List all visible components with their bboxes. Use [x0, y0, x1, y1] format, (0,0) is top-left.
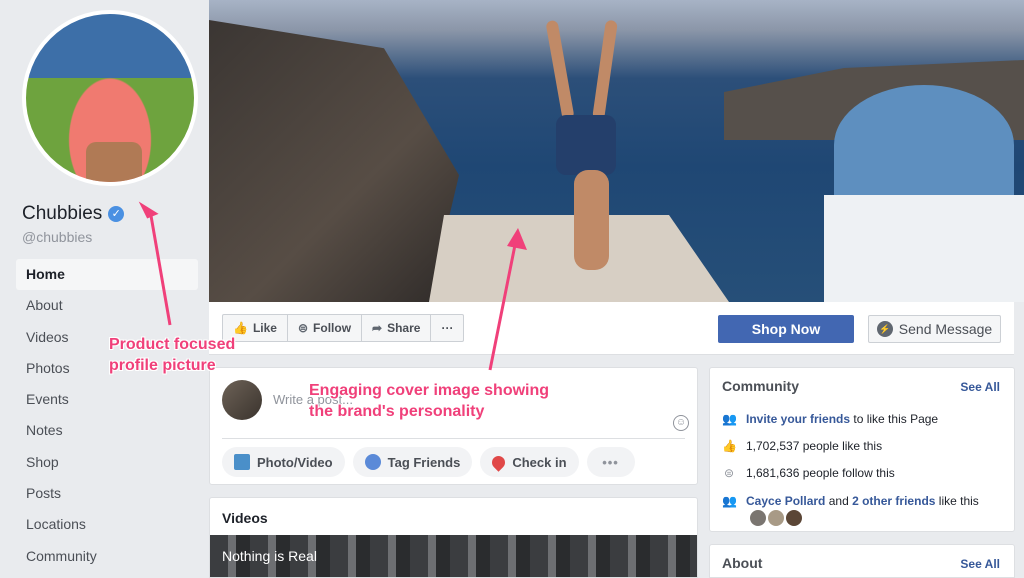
- friends-icon: 👥: [722, 494, 737, 508]
- video-title[interactable]: Nothing is Real: [222, 548, 317, 564]
- videos-card: Videos Nothing is Real: [209, 497, 698, 578]
- annotation-profile: Product focused profile picture: [109, 334, 235, 376]
- annotation-cover: Engaging cover image showing the brand's…: [309, 380, 549, 422]
- more-actions-button[interactable]: ···: [431, 315, 463, 341]
- left-sidebar: Chubbies ✓ @chubbies Home About Videos P…: [0, 0, 209, 578]
- photo-icon: [234, 454, 250, 470]
- sidebar-item-shop[interactable]: Shop: [16, 447, 198, 478]
- shop-now-button[interactable]: Shop Now: [718, 315, 854, 343]
- community-card-title: Community: [722, 378, 799, 394]
- annotation-profile-line2: profile picture: [109, 357, 216, 374]
- avatar: [222, 380, 262, 420]
- invite-row: 👥 Invite your friends to like this Page: [722, 412, 938, 426]
- follow-label: Follow: [313, 321, 352, 335]
- avatar[interactable]: [786, 510, 802, 526]
- photo-video-label: Photo/Video: [257, 454, 333, 470]
- like-label: Like: [252, 321, 277, 335]
- community-card: Community See All 👥 Invite your friends …: [709, 367, 1015, 532]
- likes-count: 1,702,537 people like this: [746, 439, 883, 453]
- friend-rest-text: like this: [938, 494, 979, 508]
- cover-church: [824, 85, 1024, 302]
- send-message-label: Send Message: [898, 321, 993, 337]
- follows-row: ⊜ 1,681,636 people follow this: [722, 466, 895, 480]
- composer-actions: Photo/Video Tag Friends Check in •••: [222, 447, 635, 477]
- share-arrow-icon: ➦: [372, 321, 383, 335]
- check-in-button[interactable]: Check in: [480, 447, 579, 477]
- community-see-all-link[interactable]: See All: [960, 380, 1000, 394]
- tag-friends-icon: [364, 454, 381, 470]
- photo-video-button[interactable]: Photo/Video: [222, 447, 345, 477]
- send-message-button[interactable]: ⚡ Send Message: [868, 315, 1001, 343]
- videos-card-title[interactable]: Videos: [222, 510, 268, 526]
- invite-friends-link[interactable]: Invite your friends: [746, 412, 850, 426]
- annotation-cover-line2: the brand's personality: [309, 403, 485, 420]
- friend-name-link[interactable]: Cayce Pollard: [746, 494, 825, 508]
- sidebar-item-events[interactable]: Events: [16, 384, 198, 415]
- tag-friends-button[interactable]: Tag Friends: [352, 447, 473, 477]
- tag-friends-label: Tag Friends: [387, 454, 461, 470]
- sidebar-item-home[interactable]: Home: [16, 259, 198, 291]
- profile-picture[interactable]: [22, 10, 198, 186]
- avatar[interactable]: [750, 510, 766, 526]
- sidebar-item-community[interactable]: Community: [16, 541, 198, 572]
- sidebar-item-locations[interactable]: Locations: [16, 509, 198, 540]
- composer-more-button[interactable]: •••: [586, 447, 635, 477]
- friend-avatars: [750, 510, 802, 526]
- sidebar-nav: Home About Videos Photos Events Notes Sh…: [16, 259, 198, 572]
- about-see-all-link[interactable]: See All: [960, 557, 1000, 571]
- sidebar-item-posts[interactable]: Posts: [16, 478, 198, 509]
- invite-rest-text: to like this Page: [853, 412, 939, 426]
- follow-button[interactable]: ⊜ Follow: [288, 315, 363, 341]
- divider: [222, 438, 685, 439]
- about-card-title: About: [722, 555, 763, 571]
- likes-row: 👍 1,702,537 people like this: [722, 439, 882, 453]
- rss-icon: ⊜: [723, 466, 735, 480]
- thumbs-up-icon: 👍: [233, 321, 248, 335]
- annotation-cover-line1: Engaging cover image showing: [309, 382, 550, 399]
- sidebar-item-notes[interactable]: Notes: [16, 415, 198, 446]
- cover-photo[interactable]: [209, 0, 1024, 302]
- page-actions-group: 👍 Like ⊜ Follow ➦ Share ···: [222, 314, 465, 342]
- rss-icon: ⊜: [297, 321, 309, 335]
- page-name-text: Chubbies: [22, 203, 103, 224]
- smiley-icon[interactable]: ☺: [673, 415, 689, 431]
- cover-handstand-person: [545, 19, 644, 280]
- friend-and-text: and: [828, 494, 849, 508]
- page-title[interactable]: Chubbies ✓: [22, 203, 125, 225]
- other-friends-link[interactable]: 2 other friends: [852, 494, 935, 508]
- thumbs-up-icon: 👍: [722, 439, 737, 453]
- messenger-icon: ⚡: [876, 321, 893, 337]
- annotation-profile-line1: Product focused: [109, 336, 236, 353]
- location-pin-icon: [489, 452, 509, 472]
- page-action-bar: 👍 Like ⊜ Follow ➦ Share ··· Shop Now ⚡ S…: [209, 302, 1014, 355]
- share-label: Share: [387, 321, 421, 335]
- cover-cliff: [209, 20, 459, 302]
- sidebar-item-about[interactable]: About: [16, 290, 198, 321]
- friends-like-row: 👥 Cayce Pollard and 2 other friends like…: [722, 494, 979, 508]
- about-card: About See All: [709, 544, 1015, 578]
- verified-badge-icon: ✓: [108, 206, 125, 222]
- page-handle[interactable]: @chubbies: [22, 229, 92, 245]
- check-in-label: Check in: [512, 454, 567, 470]
- share-button[interactable]: ➦ Share: [362, 315, 432, 341]
- avatar[interactable]: [768, 510, 784, 526]
- follows-count: 1,681,636 people follow this: [746, 466, 895, 480]
- invite-friends-icon: 👥: [722, 412, 737, 426]
